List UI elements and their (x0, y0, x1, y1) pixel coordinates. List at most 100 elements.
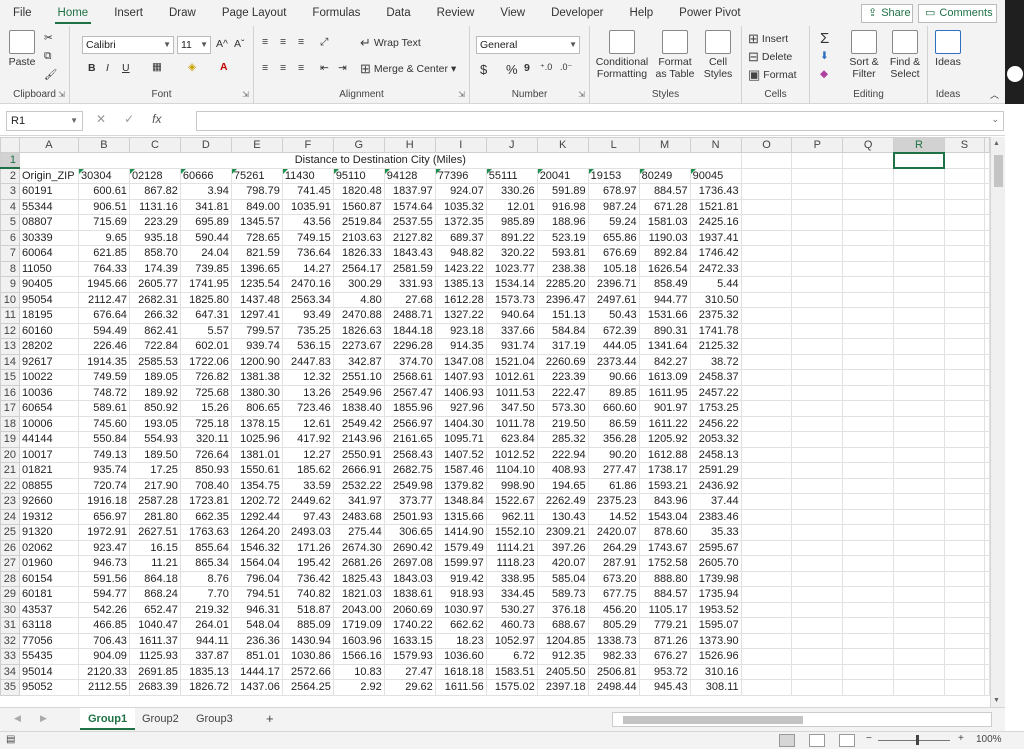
cell[interactable]: 621.85 (77, 245, 130, 262)
cell[interactable] (740, 648, 793, 665)
column-header-a[interactable]: A (18, 137, 79, 153)
cell[interactable] (943, 400, 986, 417)
cell[interactable]: 01960 (18, 555, 79, 572)
cell[interactable]: 77396 (434, 167, 487, 184)
tab-view[interactable]: View (487, 0, 538, 26)
cell[interactable]: 80249 (638, 167, 691, 184)
cell[interactable]: 330.26 (485, 183, 538, 200)
cell[interactable]: 1838.40 (332, 400, 385, 417)
sheet-tab-group2[interactable]: Group2 (134, 708, 187, 730)
cell[interactable]: 901.97 (638, 400, 691, 417)
cell[interactable] (791, 555, 844, 572)
cell[interactable] (842, 617, 895, 634)
cell[interactable] (842, 260, 895, 277)
cell[interactable]: 945.43 (638, 679, 691, 696)
cell[interactable]: 536.15 (281, 338, 334, 355)
cell[interactable]: 1581.03 (638, 214, 691, 231)
row-header[interactable]: 31 (0, 617, 20, 634)
cell[interactable] (984, 446, 990, 463)
cell[interactable]: 10022 (18, 369, 79, 386)
cell[interactable]: 867.82 (128, 183, 181, 200)
cell[interactable] (893, 539, 945, 556)
row-header[interactable]: 35 (0, 679, 20, 696)
cell[interactable]: 946.31 (230, 601, 283, 618)
wrap-text-button[interactable]: ↵ Wrap Text (360, 36, 421, 50)
cell[interactable] (984, 601, 990, 618)
cell[interactable] (984, 291, 990, 308)
expand-formula-icon[interactable]: ⌄ (991, 114, 999, 125)
cell[interactable]: 924.07 (434, 183, 487, 200)
cell[interactable]: 2458.37 (689, 369, 742, 386)
row-header[interactable]: 18 (0, 415, 20, 432)
cell[interactable]: 19312 (18, 508, 79, 525)
cell[interactable]: 397.26 (536, 539, 589, 556)
cell[interactable]: 43537 (18, 601, 79, 618)
cell[interactable] (842, 214, 895, 231)
cell[interactable]: 50.43 (587, 307, 640, 324)
cell[interactable]: 2605.77 (128, 276, 181, 293)
cell[interactable]: 10.83 (332, 663, 385, 680)
cell[interactable]: 1723.81 (179, 493, 232, 510)
cell[interactable] (842, 663, 895, 680)
cell[interactable]: 2572.66 (281, 663, 334, 680)
row-header[interactable]: 14 (0, 353, 20, 370)
cell[interactable] (791, 400, 844, 417)
cell[interactable]: 1916.18 (77, 493, 130, 510)
horizontal-scroll-thumb[interactable] (623, 716, 803, 724)
cell[interactable] (893, 555, 945, 572)
cell[interactable]: 715.69 (77, 214, 130, 231)
cell[interactable] (740, 415, 793, 432)
cell[interactable]: 739.85 (179, 260, 232, 277)
cell[interactable]: 749.15 (281, 229, 334, 246)
fill-icon[interactable]: ⬇ (820, 50, 829, 62)
zoom-slider[interactable] (878, 740, 950, 741)
cell[interactable]: 1560.87 (332, 198, 385, 215)
cell[interactable]: 1746.42 (689, 245, 742, 262)
cell[interactable] (943, 183, 986, 200)
cell[interactable]: 652.47 (128, 601, 181, 618)
row-header[interactable]: 34 (0, 663, 20, 680)
cell[interactable]: 376.18 (536, 601, 589, 618)
cell[interactable]: 2585.53 (128, 353, 181, 370)
cell[interactable]: 923.47 (77, 539, 130, 556)
cell[interactable]: 43.56 (281, 214, 334, 231)
cell[interactable] (893, 167, 945, 184)
cell[interactable]: 2120.33 (77, 663, 130, 680)
cell[interactable] (893, 198, 945, 215)
horizontal-scrollbar[interactable] (612, 712, 992, 727)
cell[interactable]: 89.85 (587, 384, 640, 401)
decrease-decimal-icon[interactable]: .0⁻ (560, 62, 572, 73)
cell[interactable]: 1378.15 (230, 415, 283, 432)
column-header-c[interactable]: C (128, 137, 181, 153)
cell[interactable] (984, 477, 990, 494)
cell[interactable] (740, 260, 793, 277)
cell[interactable]: 95110 (332, 167, 385, 184)
cell[interactable]: 2260.69 (536, 353, 589, 370)
cell[interactable]: 998.90 (485, 477, 538, 494)
cell[interactable] (893, 369, 945, 386)
cell[interactable]: 1341.64 (638, 338, 691, 355)
cell[interactable]: 864.18 (128, 570, 181, 587)
dialog-launcher-icon[interactable]: ⇲ (458, 90, 465, 99)
cell[interactable]: 962.11 (485, 508, 538, 525)
cell[interactable]: 987.24 (587, 198, 640, 215)
cell[interactable]: 2682.31 (128, 291, 181, 308)
cell[interactable]: 647.31 (179, 307, 232, 324)
cell[interactable]: 14.52 (587, 508, 640, 525)
cell[interactable] (984, 415, 990, 432)
cell[interactable]: 373.77 (383, 493, 436, 510)
cell[interactable] (791, 415, 844, 432)
cell[interactable]: Origin_ZIP (18, 167, 79, 184)
cell[interactable]: 948.82 (434, 245, 487, 262)
cell[interactable] (984, 198, 990, 215)
cell[interactable]: 55344 (18, 198, 79, 215)
cell[interactable]: 287.91 (587, 555, 640, 572)
cell[interactable]: 341.97 (332, 493, 385, 510)
tab-home[interactable]: Home (45, 0, 102, 26)
cell[interactable] (893, 570, 945, 587)
cell[interactable] (791, 322, 844, 339)
cell[interactable]: 334.45 (485, 586, 538, 603)
cell[interactable]: 61.86 (587, 477, 640, 494)
column-header-b[interactable]: B (77, 137, 130, 153)
cell[interactable] (740, 632, 793, 649)
